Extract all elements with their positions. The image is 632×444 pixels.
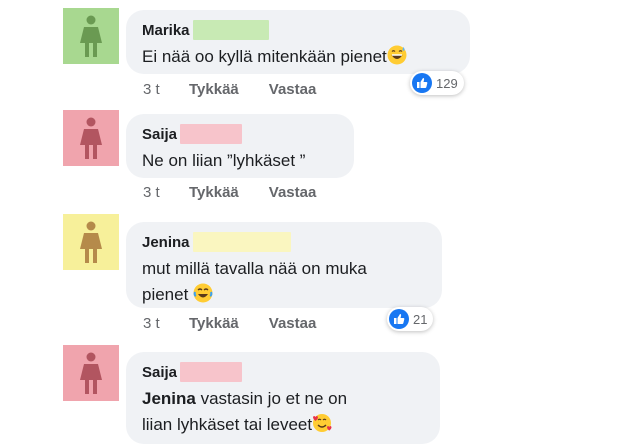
comment-author[interactable]: Saija — [142, 364, 177, 381]
reaction-summary[interactable]: 129 — [410, 71, 464, 95]
redacted-name — [180, 124, 243, 144]
mention-link[interactable]: Jenina — [142, 389, 196, 408]
comment-bubble: Marika Ei nää oo kyllä mitenkään pienet — [126, 10, 470, 74]
comment-text: vastasin jo et ne on — [195, 389, 348, 408]
avatar[interactable] — [63, 214, 119, 270]
comment-text: Ei nää oo kyllä mitenkään pienet — [142, 47, 387, 66]
reaction-summary[interactable]: 21 — [387, 307, 434, 331]
comment-actions: 3 t Tykkää Vastaa — [143, 79, 316, 99]
avatar[interactable] — [63, 110, 119, 166]
reaction-count: 21 — [413, 311, 428, 327]
redacted-name — [192, 20, 269, 40]
female-user-icon — [80, 352, 102, 394]
comment-text: Ne on liian ”lyhkäset ” — [142, 151, 306, 170]
female-user-icon — [80, 117, 102, 159]
comment-author[interactable]: Marika — [142, 22, 190, 39]
reaction-count: 129 — [436, 75, 458, 91]
redacted-name — [180, 362, 243, 382]
reply-button[interactable]: Vastaa — [269, 315, 317, 332]
rolling-laughing-emoji — [193, 283, 213, 303]
comment-time[interactable]: 3 t — [143, 315, 189, 332]
thumbs-up-icon — [389, 309, 409, 329]
comment-bubble: Saija Ne on liian ”lyhkäset ” — [126, 114, 354, 178]
comment-author[interactable]: Jenina — [142, 234, 190, 251]
comment-text: liian lyhkäset tai leveet — [142, 415, 313, 434]
female-user-icon — [80, 221, 102, 263]
reply-button[interactable]: Vastaa — [269, 81, 317, 98]
comment-text: mut millä tavalla nää on muka — [142, 259, 367, 278]
smiling-hearts-emoji — [313, 414, 332, 432]
like-button[interactable]: Tykkää — [189, 315, 239, 332]
comment-bubble: Jenina mut millä tavalla nää on muka pie… — [126, 222, 442, 308]
comment-text: pienet — [142, 285, 189, 304]
comment-actions: 3 t Tykkää Vastaa — [143, 313, 316, 333]
female-user-icon — [80, 15, 102, 57]
comment-time[interactable]: 3 t — [143, 184, 189, 201]
grinning-sweat-emoji — [387, 45, 407, 65]
like-button[interactable]: Tykkää — [189, 184, 239, 201]
like-button[interactable]: Tykkää — [189, 81, 239, 98]
comment-bubble: Saija Jenina vastasin jo et ne on liian … — [126, 352, 440, 444]
comment-time[interactable]: 3 t — [143, 81, 189, 98]
reply-button[interactable]: Vastaa — [269, 184, 317, 201]
avatar[interactable] — [63, 8, 119, 64]
thumbs-up-icon — [412, 73, 432, 93]
comment-actions: 3 t Tykkää Vastaa — [143, 182, 316, 202]
redacted-name — [192, 232, 291, 252]
avatar[interactable] — [63, 345, 119, 401]
comment-author[interactable]: Saija — [142, 126, 177, 143]
